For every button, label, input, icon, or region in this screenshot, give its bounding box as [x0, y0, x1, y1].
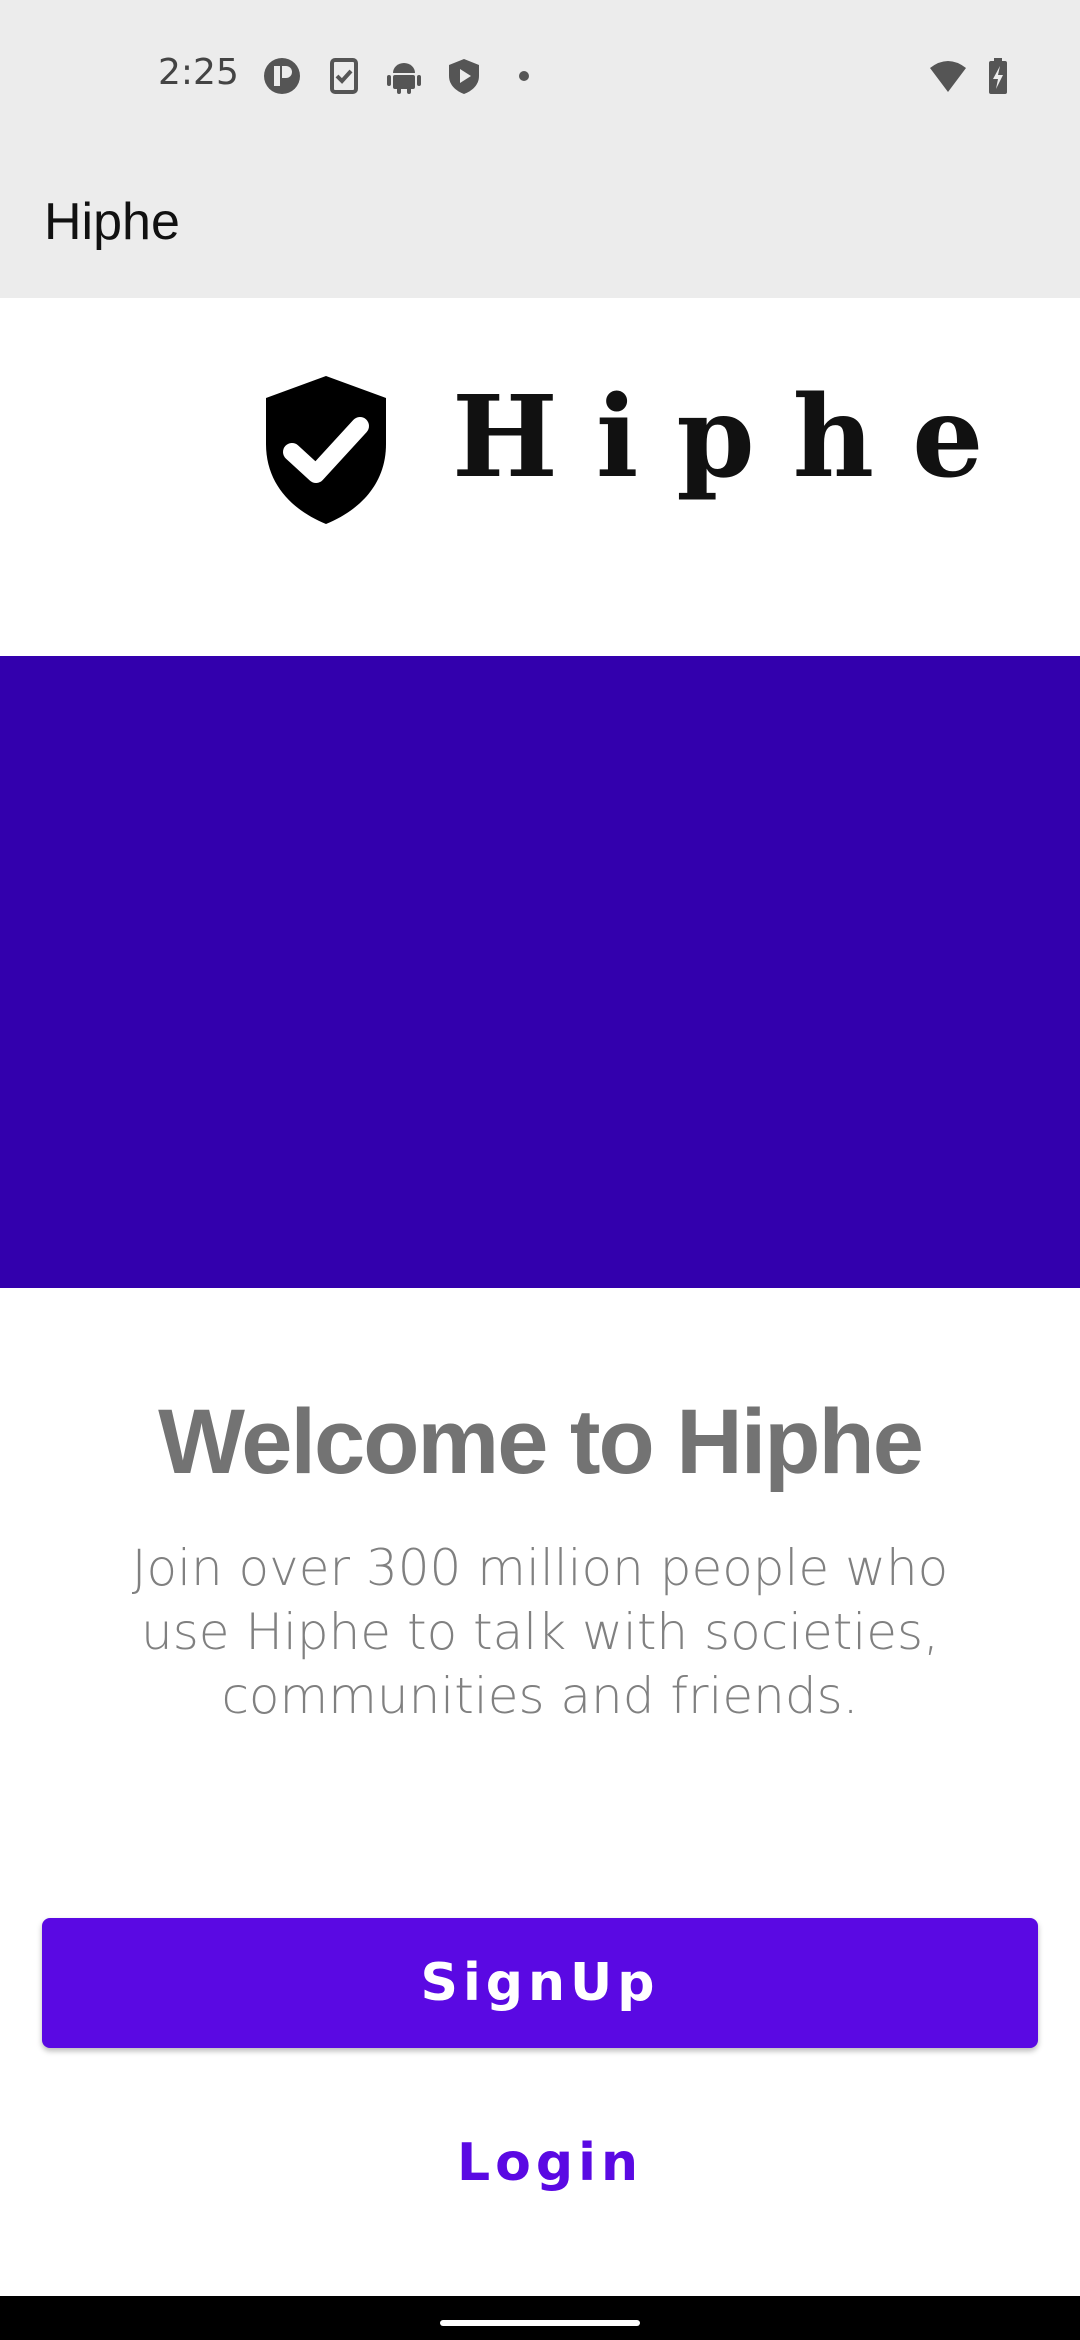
login-button-label: Login	[457, 2133, 643, 2193]
app-notification-icon	[262, 56, 302, 96]
logo-wordmark: Hiphe	[452, 372, 1022, 503]
app-bar: Hiphe	[0, 150, 1080, 298]
welcome-description: Join over 300 million people who use Hip…	[131, 1539, 949, 1725]
shield-check-icon	[262, 374, 390, 526]
welcome-title: Welcome to Hiphe	[158, 1391, 924, 1493]
app-bar-title: Hiphe	[44, 193, 180, 251]
task-check-icon	[324, 56, 364, 96]
status-time: 2:25	[158, 52, 239, 93]
android-icon	[384, 56, 424, 96]
home-gesture-handle[interactable]	[440, 2320, 640, 2326]
shield-play-icon	[444, 56, 484, 96]
wifi-icon	[928, 56, 968, 96]
signup-button-label: SignUp	[420, 1953, 660, 2013]
app-logo: Hiphe	[262, 372, 983, 532]
login-button[interactable]: Login	[420, 2118, 680, 2208]
hero-banner	[0, 656, 1080, 1288]
signup-button[interactable]: SignUp	[42, 1918, 1038, 2048]
status-bar: 2:25	[0, 0, 1080, 150]
battery-charging-icon	[978, 56, 1018, 96]
system-navigation-bar	[0, 2296, 1080, 2340]
dot-icon	[504, 56, 544, 96]
